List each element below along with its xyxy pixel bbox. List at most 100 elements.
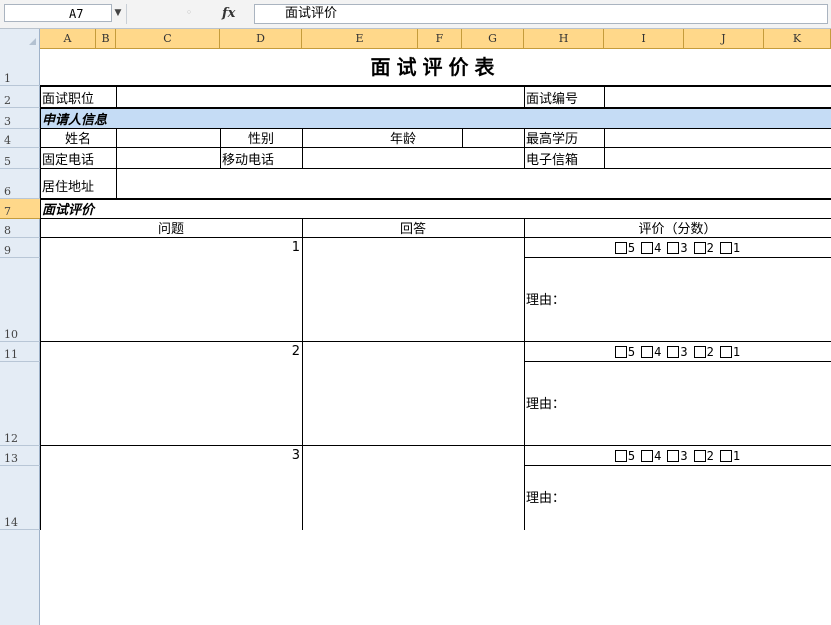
rating-checkbox-1-2[interactable] [693,242,706,254]
column-header-a[interactable]: A [40,29,96,48]
name-box-dropdown-icon[interactable]: ▼ [112,7,124,19]
select-all-triangle-icon [29,38,36,45]
rating-options-2[interactable]: 5 4 3 2 1 [526,342,829,362]
rating-checkbox-3-5[interactable] [614,450,627,462]
column-header-k[interactable]: K [764,29,831,48]
number-value[interactable] [606,86,829,108]
qa-sep [302,219,303,530]
number-label[interactable]: 面试编号 [526,86,602,108]
column-header-i[interactable]: I [604,29,684,48]
column-header-h[interactable]: H [524,29,604,48]
row-header-6[interactable]: 6 [0,169,40,199]
address-label[interactable]: 居住地址 [42,169,114,199]
answer-3[interactable] [304,446,522,530]
row-header-1[interactable]: 1 [0,48,40,86]
formula-input[interactable]: 面试评价 [254,4,828,24]
rating-checkbox-1-3[interactable] [667,242,680,254]
cell-area[interactable]: 面试评价表 面试职位 面试编号申请人信息 姓名 性别 年龄 最高学历固定电话 移动电话 电子信箱… [40,48,831,625]
name-box[interactable]: A7 [4,4,112,22]
rating-option-label: 5 [627,240,636,255]
rating-checkbox-3-3[interactable] [667,450,680,462]
row6-bottom-rule [40,198,831,200]
rating-checkbox-3-1[interactable] [719,450,732,462]
title-bottom-rule [40,85,831,87]
rating-checkbox-3-4[interactable] [641,450,654,462]
row4-sep-i [604,129,605,148]
rating-option-label: 2 [706,240,714,255]
column-header-b[interactable]: B [96,29,116,48]
name-value[interactable] [118,129,218,148]
education-value[interactable] [606,129,829,148]
row-header-11[interactable]: 11 [0,342,40,362]
rating-checkbox-1-1[interactable] [719,242,732,254]
question-header[interactable]: 问题 [42,219,300,238]
question-text-2[interactable] [42,342,300,446]
rating-checkbox-2-2[interactable] [693,346,706,358]
row4-sep-h [524,129,525,148]
row-header-2[interactable]: 2 [0,86,40,108]
ar-sep [524,219,525,530]
applicant-section-heading[interactable]: 申请人信息 [42,108,300,129]
row2-sep-a [116,86,117,108]
worksheet-grid[interactable]: ABCDEFGHIJK 1 2 3 4 5 6 7 8 9 10 11 12 13 14 面试评价表 面试职… [0,29,831,625]
mobile-value[interactable] [304,148,522,169]
row-header-7[interactable]: 7 [0,199,40,219]
phone-value[interactable] [118,148,218,169]
sheet-title[interactable]: 面试评价表 [42,48,829,86]
question-text-3[interactable] [42,446,300,530]
row-header-10[interactable]: 10 [0,258,40,342]
row-header-3[interactable]: 3 [0,108,40,129]
position-label[interactable]: 面试职位 [42,86,114,108]
column-header-f[interactable]: F [418,29,462,48]
column-header-j[interactable]: J [684,29,764,48]
email-label[interactable]: 电子信箱 [526,148,602,169]
address-value[interactable] [118,169,829,199]
mobile-label[interactable]: 移动电话 [222,148,300,169]
question-text-1[interactable] [42,238,300,342]
rating-checkbox-2-1[interactable] [719,346,732,358]
select-all-button[interactable] [0,29,40,48]
column-header-d[interactable]: D [220,29,302,48]
age-value[interactable] [420,129,522,148]
column-header-e[interactable]: E [302,29,418,48]
rating-options-3[interactable]: 5 4 3 2 1 [526,446,829,466]
q1-rating-rule [524,257,831,258]
row-header-5[interactable]: 5 [0,148,40,169]
rating-checkbox-2-5[interactable] [614,346,627,358]
gender-label[interactable]: 性别 [222,129,300,148]
column-header-c[interactable]: C [116,29,220,48]
row-header-12[interactable]: 12 [0,362,40,446]
rating-option-label: 4 [654,344,662,359]
column-header-g[interactable]: G [462,29,524,48]
answer-2[interactable] [304,342,522,446]
position-value[interactable] [118,86,522,108]
row-header-14[interactable]: 14 [0,466,40,530]
rating-checkbox-2-4[interactable] [641,346,654,358]
rating-checkbox-1-5[interactable] [614,242,627,254]
reason-1[interactable]: 理由： [526,258,829,342]
rating-header[interactable]: 评价（分数） [526,219,829,238]
reason-3[interactable]: 理由： [526,466,829,530]
insert-function-icon[interactable]: fx [222,4,252,24]
q2-bottom-rule [40,445,831,446]
answer-header[interactable]: 回答 [304,219,522,238]
rating-options-1[interactable]: 5 4 3 2 1 [526,238,829,258]
rating-checkbox-2-3[interactable] [667,346,680,358]
evaluation-section-heading[interactable]: 面试评价 [42,199,300,219]
answer-1[interactable] [304,238,522,342]
row-header-9[interactable]: 9 [0,238,40,258]
rating-checkbox-1-4[interactable] [641,242,654,254]
phone-label[interactable]: 固定电话 [42,148,114,169]
name-label[interactable]: 姓名 [42,129,114,148]
row-header-13[interactable]: 13 [0,446,40,466]
email-value[interactable] [606,148,829,169]
reason-2[interactable]: 理由： [526,362,829,446]
education-label[interactable]: 最高学历 [526,129,602,148]
age-label[interactable]: 年龄 [304,129,416,148]
row7-bottom-rule [40,218,831,219]
rating-checkbox-3-2[interactable] [693,450,706,462]
cancel-entry-icon[interactable]: ◦ [180,5,198,21]
row-header-4[interactable]: 4 [0,129,40,148]
row5-sep-c [116,148,117,169]
row-header-8[interactable]: 8 [0,219,40,238]
